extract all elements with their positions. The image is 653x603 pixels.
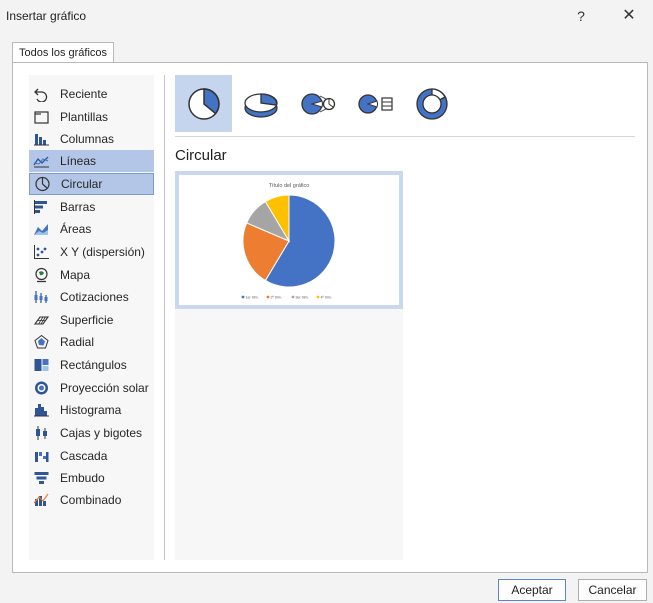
chart-category-item[interactable]: Plantillas: [29, 106, 154, 128]
chart-preview-canvas: Título del gráfico 1er trim. 2º trim. 3er …: [179, 175, 399, 305]
chart-category-label: Cajas y bigotes: [60, 426, 143, 440]
legend-entry: 2º trim.: [266, 295, 282, 300]
scatter-chart-icon: [32, 244, 50, 260]
chart-category-label: Circular: [61, 177, 103, 191]
chart-category-item[interactable]: Reciente: [29, 83, 154, 105]
stock-chart-icon: [32, 289, 50, 305]
subtype-rule: [175, 136, 635, 137]
bar-chart-icon: [32, 199, 50, 215]
recent-icon: [32, 86, 50, 102]
waterfall-chart-icon: [32, 448, 50, 464]
preview-chart-title: Título del gráfico: [269, 183, 310, 189]
templates-icon: [32, 109, 50, 125]
chart-category-label: Cotizaciones: [60, 290, 129, 304]
chart-category-item[interactable]: Cotizaciones: [29, 286, 154, 308]
legend-label: 2º trim.: [271, 296, 282, 300]
chart-category-label: Embudo: [60, 471, 105, 485]
chart-category-item[interactable]: Embudo: [29, 467, 154, 489]
close-button[interactable]: ✕: [617, 5, 641, 27]
chart-category-item[interactable]: Radial: [29, 331, 154, 353]
help-button[interactable]: ?: [569, 5, 593, 27]
preview-area: Título del gráfico 1er trim. 2º trim. 3er …: [175, 171, 403, 560]
chart-category-label: X Y (dispersión): [60, 245, 145, 259]
bar-of-pie-icon[interactable]: [346, 75, 403, 132]
cancel-button[interactable]: Cancelar: [578, 579, 647, 601]
chart-category-label: Columnas: [60, 132, 115, 146]
area-chart-icon: [32, 221, 50, 237]
chart-category-label: Rectángulos: [60, 358, 127, 372]
chart-category-item[interactable]: Cajas y bigotes: [29, 422, 154, 444]
chart-category-item[interactable]: Combinado: [29, 489, 154, 511]
legend-entry: 3er trim.: [291, 295, 309, 300]
legend-entry: 1er trim.: [241, 295, 259, 300]
legend-swatch: [291, 295, 295, 299]
chart-category-item[interactable]: Barras: [29, 196, 154, 218]
chart-subtype-gallery: [175, 75, 460, 132]
dialog-title: Insertar gráfico: [6, 9, 87, 23]
tab-all-charts[interactable]: Todos los gráficos: [12, 42, 115, 63]
chart-category-item[interactable]: Áreas: [29, 218, 154, 240]
chart-preview-thumbnail[interactable]: Título del gráfico 1er trim. 2º trim. 3er …: [175, 171, 403, 309]
chart-category-label: Superficie: [60, 313, 114, 327]
column-chart-icon: [32, 131, 50, 147]
pie-chart-icon: [33, 176, 51, 192]
chart-category-item[interactable]: Mapa: [29, 264, 154, 286]
chart-type-title: Circular: [175, 147, 227, 164]
chart-category-item[interactable]: Columnas: [29, 128, 154, 150]
funnel-chart-icon: [32, 470, 50, 486]
box-whisker-chart-icon: [32, 425, 50, 441]
legend-label: 3er trim.: [296, 296, 309, 300]
treemap-chart-icon: [32, 357, 50, 373]
combo-chart-icon: [32, 492, 50, 508]
chart-category-label: Barras: [60, 200, 96, 214]
chart-category-label: Proyección solar: [60, 381, 149, 395]
dialog-panel: Reciente Plantillas Columnas Líneas Circular…: [12, 63, 648, 573]
chart-category-label: Plantillas: [60, 110, 109, 124]
chart-category-label: Reciente: [60, 87, 108, 101]
accept-button[interactable]: Aceptar: [498, 579, 566, 601]
chart-category-label: Mapa: [60, 268, 91, 282]
insert-chart-dialog: Insertar gráfico ? ✕ Todos los gráficos …: [0, 0, 653, 603]
surface-chart-icon: [32, 312, 50, 328]
chart-category-item[interactable]: Líneas: [29, 150, 154, 172]
pie-chart-preview: Título del gráfico 1er trim. 2º trim. 3er …: [241, 183, 336, 300]
chart-category-item[interactable]: Circular: [29, 173, 154, 195]
chart-category-label: Radial: [60, 335, 95, 349]
legend-entry: 4º trim.: [316, 295, 332, 300]
chart-category-item[interactable]: Proyección solar: [29, 377, 154, 399]
chart-category-label: Líneas: [60, 154, 97, 168]
pie-3d-icon[interactable]: [232, 75, 289, 132]
chart-category-list: Reciente Plantillas Columnas Líneas Circular…: [29, 75, 154, 560]
sunburst-chart-icon: [32, 380, 50, 396]
chart-category-label: Cascada: [60, 449, 108, 463]
histogram-chart-icon: [32, 402, 50, 418]
chart-category-item[interactable]: Rectángulos: [29, 354, 154, 376]
legend-swatch: [266, 295, 270, 299]
chart-category-item[interactable]: Superficie: [29, 309, 154, 331]
pie-icon[interactable]: [175, 75, 232, 132]
map-chart-icon: [32, 267, 50, 283]
title-bar: Insertar gráfico ? ✕: [0, 0, 653, 32]
chart-category-label: Histograma: [60, 403, 122, 417]
line-chart-icon: [32, 153, 50, 169]
doughnut-icon[interactable]: [403, 75, 460, 132]
chart-category-item[interactable]: X Y (dispersión): [29, 241, 154, 263]
chart-category-item[interactable]: Histograma: [29, 399, 154, 421]
legend-swatch: [316, 295, 320, 299]
legend-swatch: [241, 295, 245, 299]
legend-label: 1er trim.: [246, 296, 259, 300]
pie-of-pie-icon[interactable]: [289, 75, 346, 132]
radar-chart-icon: [32, 334, 50, 350]
chart-category-label: Combinado: [60, 493, 122, 507]
chart-category-label: Áreas: [60, 222, 92, 236]
list-divider: [164, 75, 165, 560]
legend-label: 4º trim.: [321, 296, 332, 300]
chart-category-item[interactable]: Cascada: [29, 445, 154, 467]
